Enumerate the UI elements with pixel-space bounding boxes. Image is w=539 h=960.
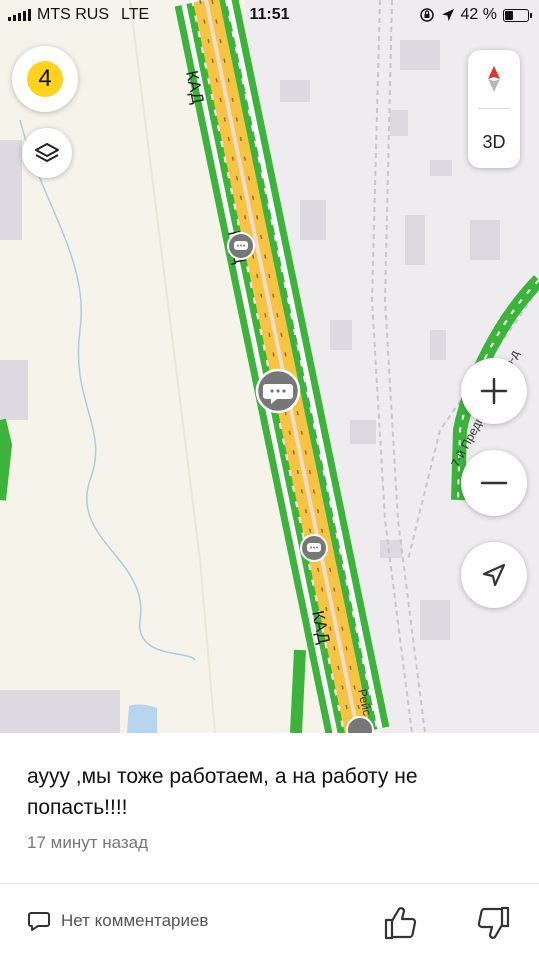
thumbs-down-icon [477,906,510,939]
compass-button[interactable] [468,50,520,108]
event-post-card: аууу ,мы тоже работаем, а на работу не п… [0,733,539,960]
like-button[interactable] [380,903,420,943]
event-marker-small-2[interactable] [300,534,328,562]
panel-separator [478,108,510,109]
speech-bubble-icon [28,912,50,931]
compass-3d-panel: 3D [468,50,520,168]
location-services-icon [441,9,454,21]
3d-button[interactable]: 3D [468,132,520,153]
map-view[interactable]: КАД КАД КАД 7-й Предпортовый пр-д Рейс 4 [0,0,539,733]
events-badge-button[interactable]: 4 [12,46,78,112]
my-location-button[interactable] [461,542,527,608]
event-marker-small-1[interactable] [227,232,255,260]
comments-button[interactable]: Нет комментариев [27,909,208,933]
layers-button[interactable] [22,128,72,178]
orientation-lock-icon [419,8,434,22]
post-time-ago: 17 минут назад [27,833,149,852]
zoom-out-button[interactable] [461,450,527,516]
event-marker-selected[interactable] [255,368,301,414]
events-count: 4 [27,61,63,97]
event-marker-small-3[interactable] [346,716,374,733]
navigation-arrow-icon [482,563,506,587]
water-body [127,704,157,733]
stream [19,119,196,661]
zoom-in-button[interactable] [461,358,527,424]
compass-icon [488,66,500,92]
side-road-bottom [290,649,306,733]
battery-percent: 42 % [460,6,497,23]
map-canvas[interactable]: КАД КАД КАД 7-й Предпортовый пр-д Рейс [0,0,539,733]
status-bar: MTS RUS LTE 11:51 42 % [0,0,539,30]
side-road-left [0,418,13,501]
thumbs-up-icon [384,907,417,940]
plus-icon [480,377,508,405]
comments-label: Нет комментариев [61,911,209,930]
layers-icon [35,143,59,162]
minus-icon [480,481,508,485]
dislike-button[interactable] [474,903,514,943]
post-text: аууу ,мы тоже работаем, а на работу не п… [27,765,418,819]
battery-icon [503,8,532,22]
divider [0,883,539,884]
